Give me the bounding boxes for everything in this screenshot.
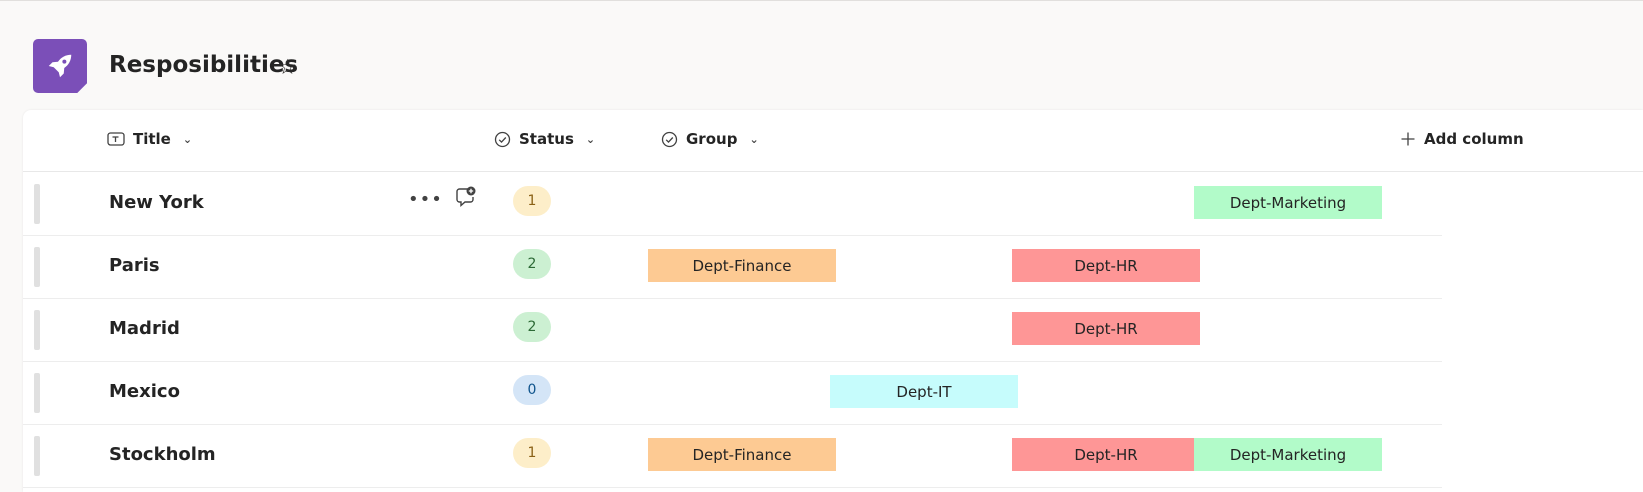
page-title: Resposibilities xyxy=(109,52,299,78)
status-badge: 2 xyxy=(513,249,551,279)
table-row[interactable]: Madrid 2 Dept-HR xyxy=(23,298,1442,362)
group-tag: Dept-Finance xyxy=(648,249,836,282)
table-row[interactable]: Mexico 0 Dept-IT xyxy=(23,361,1442,425)
chevron-down-icon: ⌄ xyxy=(749,132,759,146)
top-divider xyxy=(0,0,1643,1)
star-icon[interactable]: ☆ xyxy=(278,55,297,79)
row-selector[interactable] xyxy=(34,436,40,476)
row-title[interactable]: Mexico xyxy=(109,381,180,402)
group-tag: Dept-IT xyxy=(830,375,1018,408)
group-tag: Dept-HR xyxy=(1012,438,1200,471)
column-header-group[interactable]: Group ⌄ xyxy=(661,130,759,148)
table-row[interactable]: New York ••• 1 Dept-Marketing xyxy=(23,172,1442,236)
column-header-group-label: Group xyxy=(686,130,738,148)
row-title[interactable]: Madrid xyxy=(109,318,180,339)
status-badge: 2 xyxy=(513,312,551,342)
check-circle-icon xyxy=(494,131,511,148)
column-header-title-label: Title xyxy=(133,130,171,148)
row-title[interactable]: New York xyxy=(109,192,204,213)
rocket-icon xyxy=(33,39,87,93)
add-comment-icon[interactable] xyxy=(453,185,477,213)
column-header-status[interactable]: Status ⌄ xyxy=(494,130,595,148)
list-view: Title ⌄ Status ⌄ Group ⌄ Add column New … xyxy=(23,110,1643,492)
chevron-down-icon: ⌄ xyxy=(182,132,193,146)
row-selector[interactable] xyxy=(34,373,40,413)
group-tag: Dept-HR xyxy=(1012,312,1200,345)
group-tag: Dept-Marketing xyxy=(1194,186,1382,219)
row-selector[interactable] xyxy=(34,184,40,224)
row-title[interactable]: Paris xyxy=(109,255,160,276)
group-tag: Dept-HR xyxy=(1012,249,1200,282)
row-selector[interactable] xyxy=(34,310,40,350)
column-header-row: Title ⌄ Status ⌄ Group ⌄ Add column xyxy=(23,110,1643,172)
chevron-down-icon: ⌄ xyxy=(585,132,596,146)
plus-icon xyxy=(1400,131,1416,147)
status-badge: 1 xyxy=(513,186,551,216)
column-header-title[interactable]: Title ⌄ xyxy=(107,130,192,148)
table-row[interactable]: Paris 2 Dept-Finance Dept-HR xyxy=(23,235,1442,299)
row-title[interactable]: Stockholm xyxy=(109,444,216,465)
text-field-icon xyxy=(107,131,125,147)
add-column-label: Add column xyxy=(1424,130,1524,148)
status-badge: 1 xyxy=(513,438,551,468)
column-header-status-label: Status xyxy=(519,130,574,148)
group-tag: Dept-Marketing xyxy=(1194,438,1382,471)
group-tag: Dept-Finance xyxy=(648,438,836,471)
more-options-icon[interactable]: ••• xyxy=(408,189,443,210)
check-circle-icon xyxy=(661,131,678,148)
table-row[interactable]: Stockholm 1 Dept-Finance Dept-HR Dept-Market… xyxy=(23,424,1442,488)
add-column-button[interactable]: Add column xyxy=(1400,130,1524,148)
status-badge: 0 xyxy=(513,375,551,405)
row-selector[interactable] xyxy=(34,247,40,287)
